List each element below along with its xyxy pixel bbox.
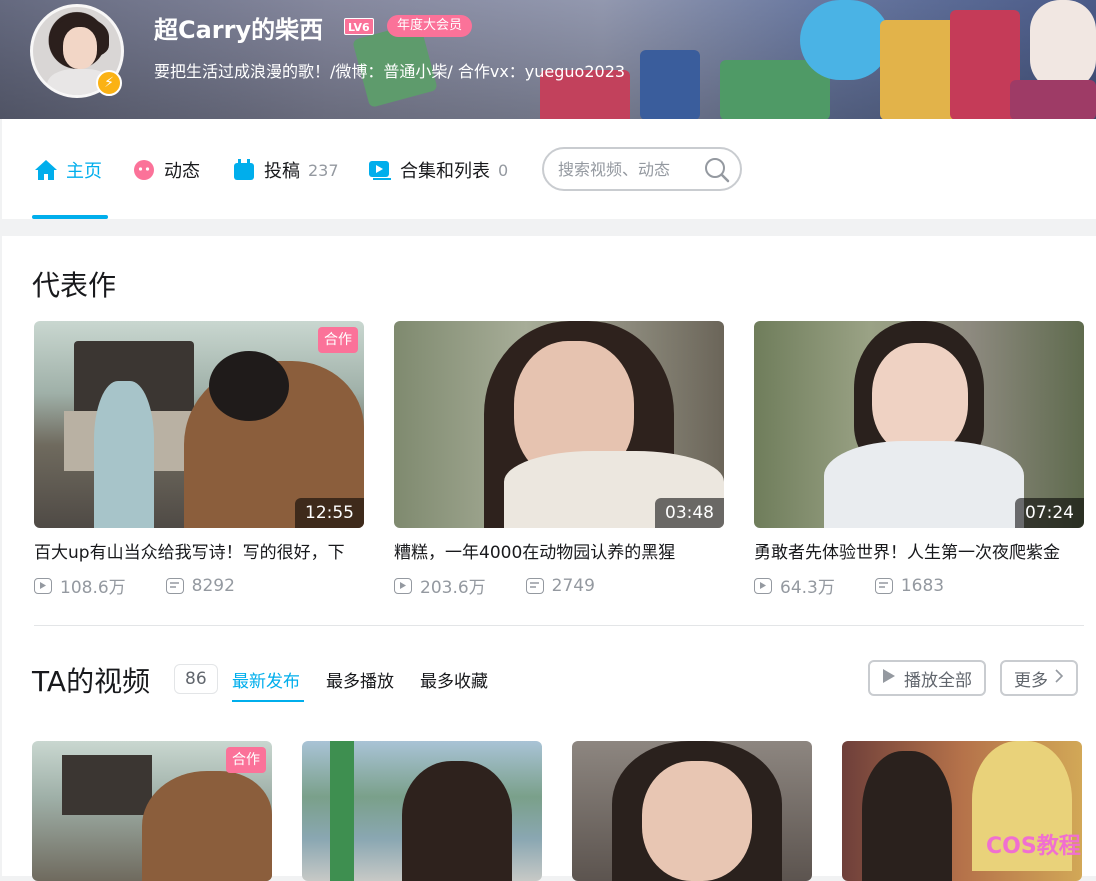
tab-dynamic-label: 动态 [164, 161, 200, 182]
coop-tag: 合作 [226, 747, 266, 773]
person-shape [94, 381, 154, 528]
upload-icon [232, 158, 256, 182]
face-shape [872, 343, 968, 455]
gift-decoration [640, 50, 700, 119]
video-thumbnail[interactable] [302, 741, 542, 881]
video-stats: 64.3万 1683 [754, 573, 1084, 598]
play-count: 203.6万 [394, 573, 486, 598]
play-icon [34, 577, 52, 594]
danmaku-count-value: 8292 [191, 575, 235, 596]
user-sign: 要把生活过成浪漫的歌！/微博：普通小柴/ 合作vx：yueguo2023 [154, 62, 626, 81]
chevron-right-icon [1054, 668, 1064, 689]
tab-upload[interactable]: 投稿 237 [232, 155, 339, 185]
play-count-value: 108.6万 [60, 578, 126, 598]
bunny-decoration [1030, 0, 1096, 90]
video-stats: 203.6万 2749 [394, 573, 724, 598]
user-name[interactable]: 超Carry的柴西 [154, 10, 323, 45]
video-thumbnail[interactable]: 07:24 [754, 321, 1084, 528]
video-title[interactable]: 百大up有山当众给我写诗！写的很好，下 [34, 538, 364, 563]
video-title[interactable]: 勇敢者先体验世界！人生第一次夜爬紫金 [754, 538, 1084, 563]
face-shape [642, 761, 752, 881]
play-count: 64.3万 [754, 573, 835, 598]
play-all-label: 播放全部 [904, 670, 972, 691]
video-duration: 12:55 [295, 498, 364, 528]
tab-most-played[interactable]: 最多播放 [326, 667, 394, 692]
video-thumbnail[interactable]: 合作 [32, 741, 272, 881]
pole-shape [330, 741, 354, 881]
danmaku-count: 2749 [525, 573, 595, 598]
video-duration: 03:48 [655, 498, 724, 528]
section-divider [34, 625, 1084, 626]
more-button[interactable]: 更多 [1000, 660, 1078, 696]
danmaku-icon [525, 577, 544, 594]
tab-home-label: 主页 [66, 161, 102, 182]
vip-badge[interactable]: 年度大会员 [387, 15, 473, 37]
danmaku-icon [874, 577, 893, 594]
danmaku-count-value: 1683 [900, 575, 945, 596]
video-duration: 07:24 [1015, 498, 1084, 528]
hair-shape [862, 751, 952, 881]
collection-icon [368, 158, 392, 182]
danmaku-count-value: 2749 [551, 575, 595, 596]
danmaku-icon [165, 577, 184, 594]
lightning-badge-icon: ⚡ [96, 70, 122, 96]
play-count-value: 203.6万 [420, 578, 486, 598]
video-thumbnail[interactable] [842, 741, 1082, 881]
tab-collection-label: 合集和列表 [400, 161, 490, 182]
tab-upload-label: 投稿 [264, 161, 300, 182]
content-panel: 代表作 合作 12:55 百大up有山当众给我写诗！写的很好，下 108.6万 … [2, 236, 1096, 881]
play-all-button[interactable]: 播放全部 [868, 660, 986, 696]
play-icon [394, 577, 412, 594]
video-stats: 108.6万 8292 [34, 573, 364, 598]
coop-tag: 合作 [318, 327, 358, 353]
video-thumbnail[interactable] [572, 741, 812, 881]
video-title[interactable]: 糟糕，一年4000在动物园认养的黑猩 [394, 538, 724, 563]
active-sort-indicator [232, 700, 304, 702]
tab-collection[interactable]: 合集和列表 0 [368, 155, 508, 185]
play-count-value: 64.3万 [780, 578, 835, 598]
tab-latest[interactable]: 最新发布 [232, 667, 300, 692]
avatar-face [63, 27, 97, 69]
featured-video-card[interactable]: 合作 12:55 百大up有山当众给我写诗！写的很好，下 108.6万 8292 [34, 321, 364, 598]
tab-upload-count: 237 [308, 160, 339, 180]
search-icon[interactable] [704, 157, 730, 183]
play-icon [882, 668, 896, 689]
tab-collection-count: 0 [498, 160, 509, 180]
video-thumbnail[interactable]: 合作 12:55 [34, 321, 364, 528]
level-badge: LV6 [344, 18, 374, 35]
character-decoration [800, 0, 890, 80]
tower-shape [62, 755, 152, 815]
active-tab-indicator [32, 215, 108, 219]
gift-decoration [880, 20, 960, 119]
tab-most-favorited[interactable]: 最多收藏 [420, 667, 488, 692]
home-icon [34, 158, 58, 182]
featured-video-card[interactable]: 07:24 勇敢者先体验世界！人生第一次夜爬紫金 64.3万 1683 [754, 321, 1084, 598]
search-input[interactable] [558, 158, 698, 180]
video-thumbnail[interactable]: 03:48 [394, 321, 724, 528]
tab-home[interactable]: 主页 [34, 155, 102, 185]
play-icon [754, 577, 772, 594]
hair-shape [402, 761, 512, 881]
video-count-badge: 86 [174, 664, 218, 694]
person-shape [142, 771, 272, 881]
shirt-shape [824, 441, 1024, 528]
danmaku-count: 1683 [874, 573, 945, 598]
danmaku-count: 8292 [165, 573, 235, 598]
more-label: 更多 [1014, 670, 1048, 691]
search-box[interactable] [542, 147, 742, 191]
play-count: 108.6万 [34, 573, 126, 598]
hair-shape [209, 351, 289, 421]
profile-nav: 主页 动态 投稿 237 合集和列表 0 [2, 119, 1096, 219]
dynamic-icon [132, 158, 156, 182]
featured-title: 代表作 [32, 269, 117, 302]
videos-section-title: TA的视频 [32, 665, 151, 698]
gift-decoration [1010, 80, 1096, 119]
featured-video-card[interactable]: 03:48 糟糕，一年4000在动物园认养的黑猩 203.6万 2749 [394, 321, 724, 598]
tab-dynamic[interactable]: 动态 [132, 155, 200, 185]
watermark-logo: COS教程 [986, 834, 1081, 859]
